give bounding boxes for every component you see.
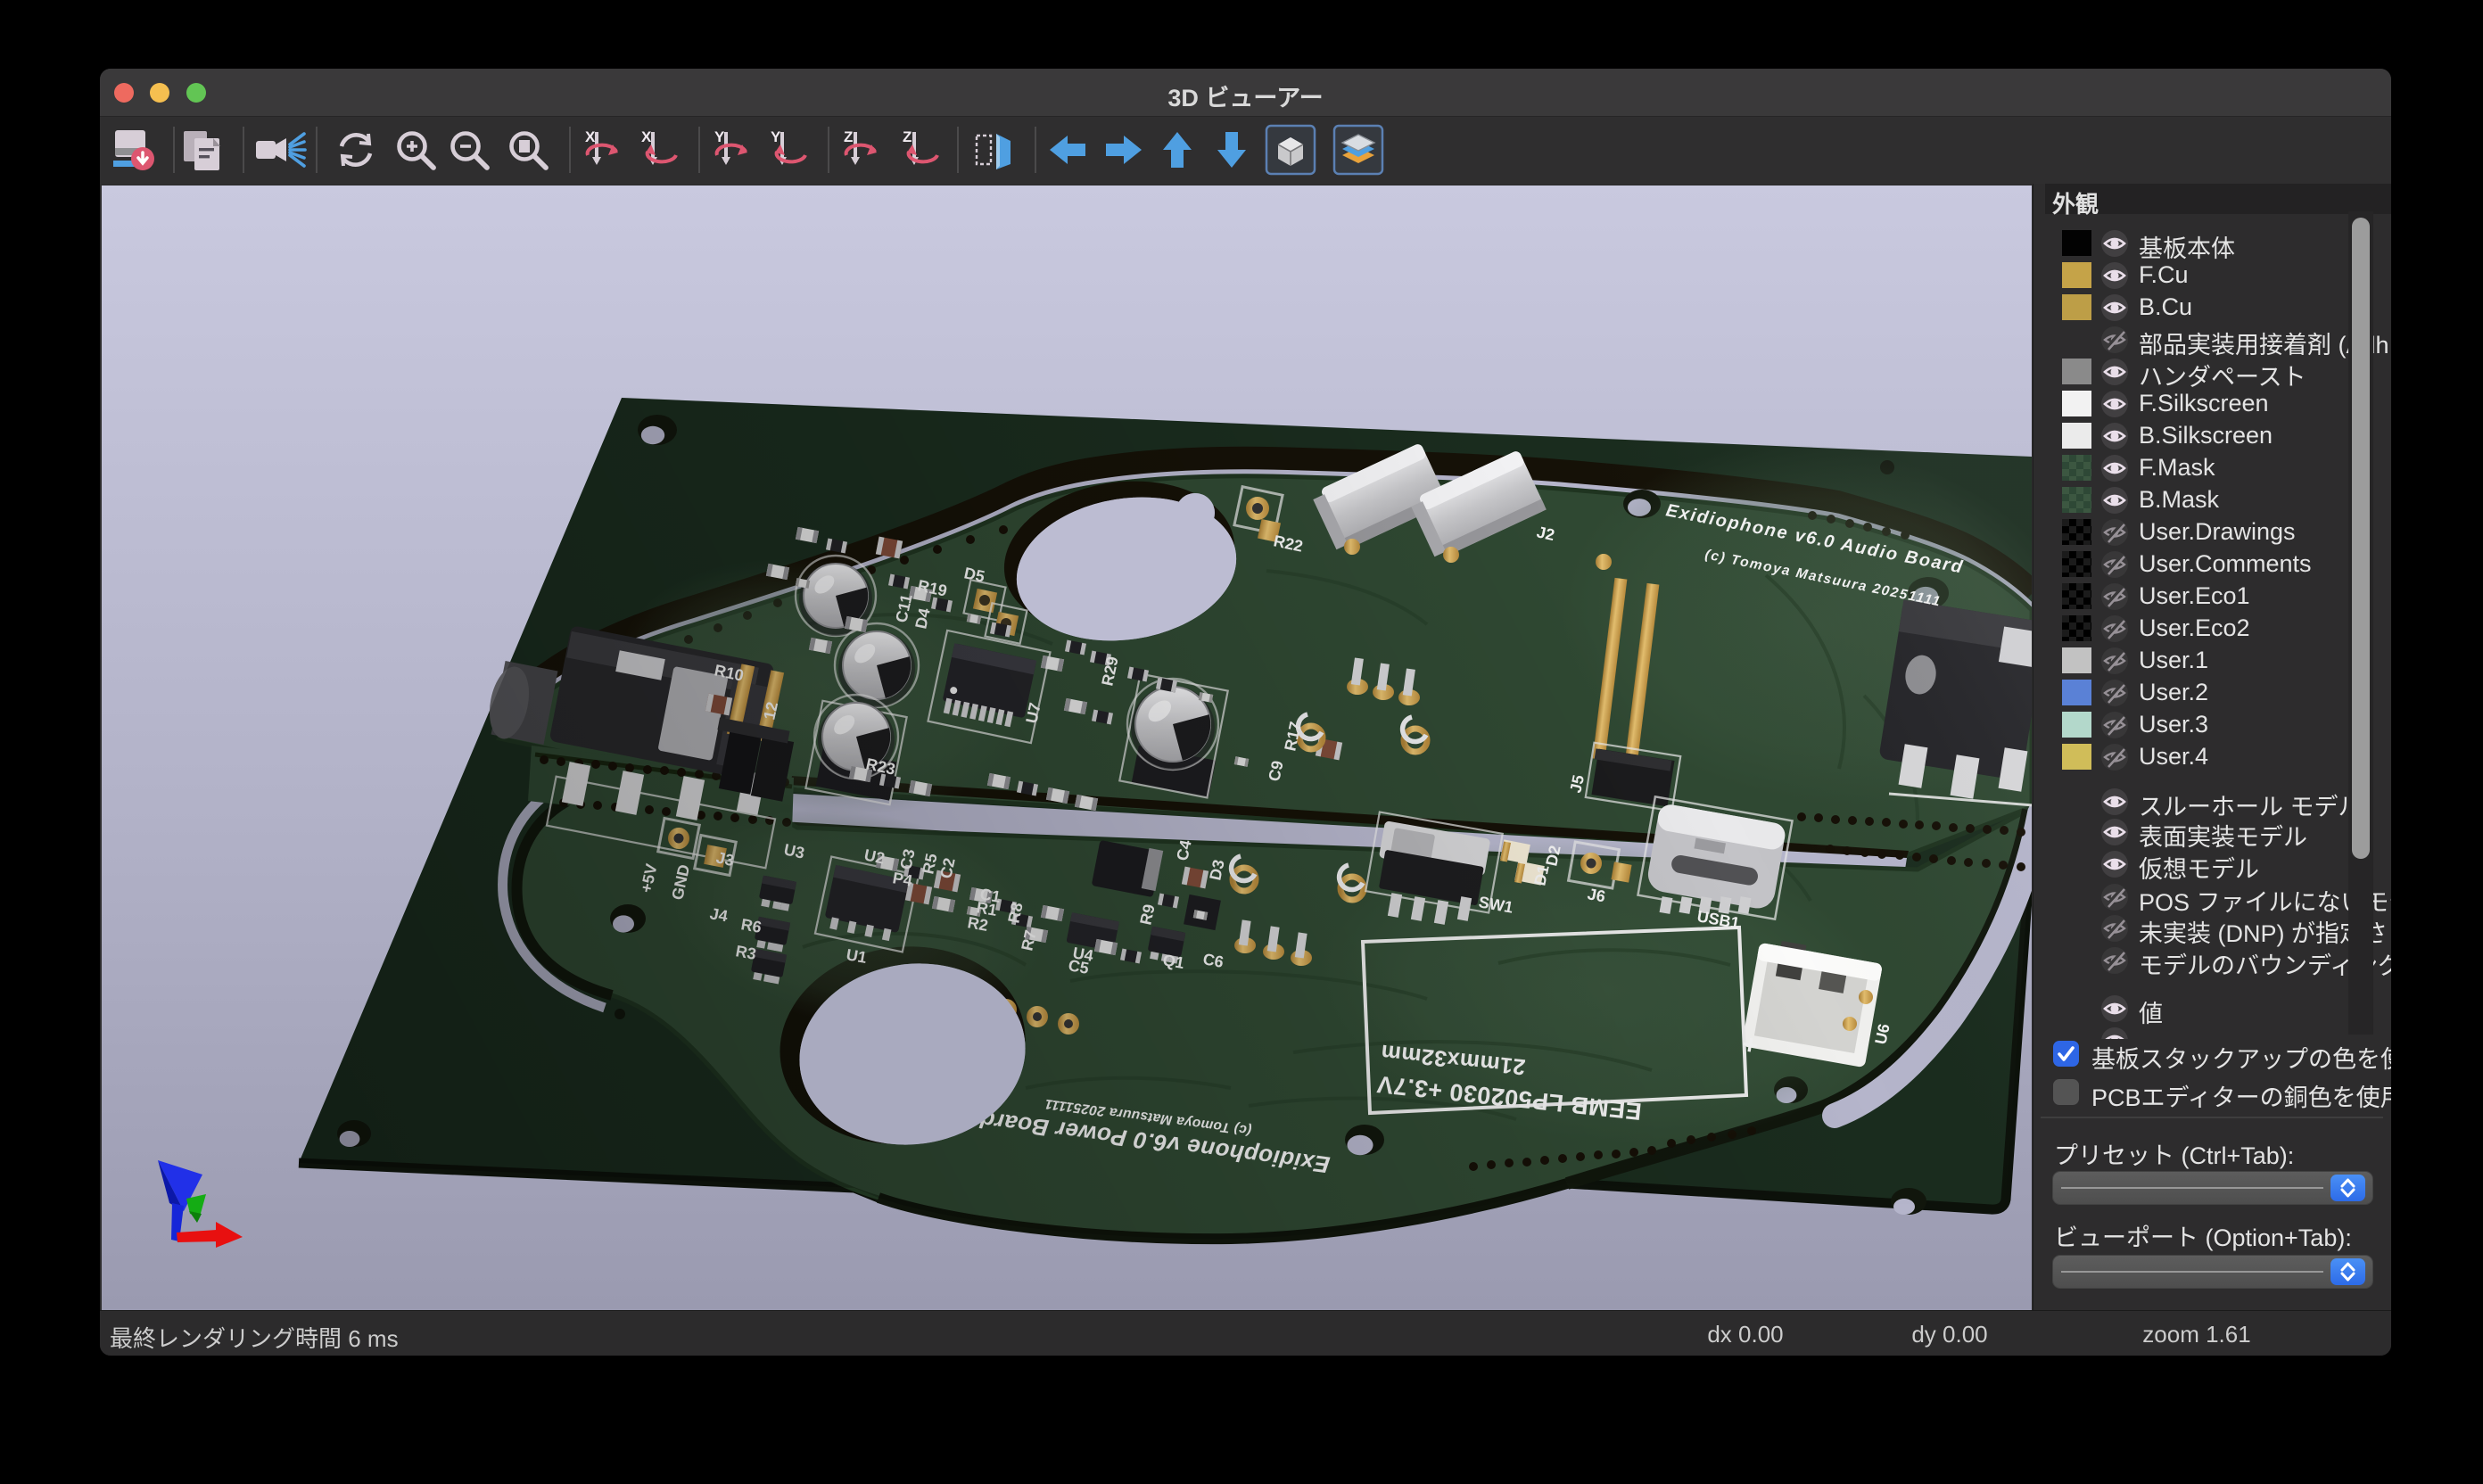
svg-text:Y: Y [771, 128, 781, 145]
svg-text:Z: Z [903, 128, 912, 145]
svg-text:Y: Y [714, 128, 725, 145]
svg-text:Z: Z [844, 128, 853, 145]
svg-text:X: X [585, 128, 596, 145]
svg-text:X: X [641, 128, 652, 145]
